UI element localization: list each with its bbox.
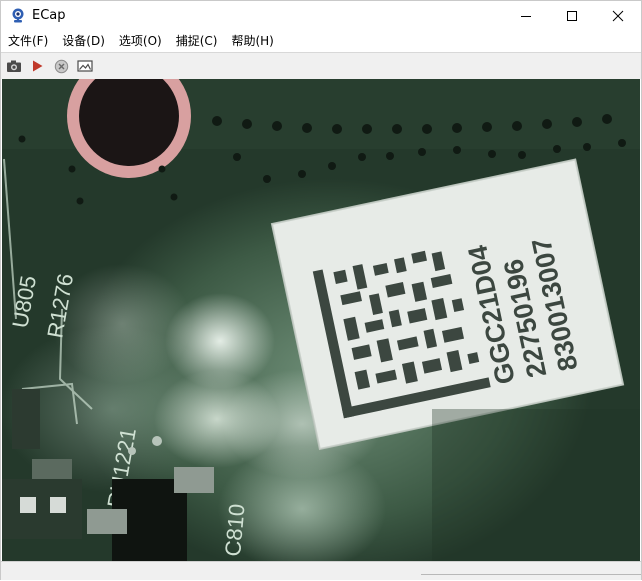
close-button[interactable] (595, 1, 641, 31)
status-bar (1, 561, 641, 580)
title-bar[interactable]: ECap (1, 1, 641, 31)
menu-options[interactable]: 选项(O) (112, 31, 169, 51)
webcam-icon (12, 8, 24, 23)
stop-button[interactable] (52, 57, 70, 75)
toolbar (1, 52, 641, 79)
close-icon (612, 10, 624, 22)
menu-bar: 文件(F) 设备(D) 选项(O) 捕捉(C) 帮助(H) (1, 31, 641, 51)
image-settings-button[interactable] (76, 57, 94, 75)
camera-icon (7, 60, 21, 72)
barcode-label: GGC21D04 22750196 830013007 (270, 158, 625, 451)
window-title: ECap (32, 8, 66, 23)
app-window: ECap 文件(F) 设备(D) 选项(O) 捕捉(C) 帮助(H) GGC21… (0, 0, 642, 580)
minimize-button[interactable] (503, 1, 549, 31)
camera-preview[interactable]: GGC21D04 22750196 830013007 U805 R1276 R… (2, 79, 640, 561)
menu-device[interactable]: 设备(D) (55, 31, 112, 51)
menu-file[interactable]: 文件(F) (1, 31, 55, 51)
snapshot-button[interactable] (5, 57, 23, 75)
menu-capture[interactable]: 捕捉(C) (169, 31, 225, 51)
picture-icon (77, 60, 93, 72)
pcb-capture-image: GGC21D04 22750196 830013007 U805 R1276 R… (2, 79, 640, 561)
maximize-icon (567, 11, 577, 21)
maximize-button[interactable] (549, 1, 595, 31)
stop-icon (54, 59, 68, 73)
play-icon (33, 60, 43, 72)
menu-help[interactable]: 帮助(H) (224, 31, 280, 51)
play-button[interactable] (28, 57, 46, 75)
silkscreen-c810: C810 (220, 503, 249, 558)
minimize-icon (521, 16, 531, 17)
